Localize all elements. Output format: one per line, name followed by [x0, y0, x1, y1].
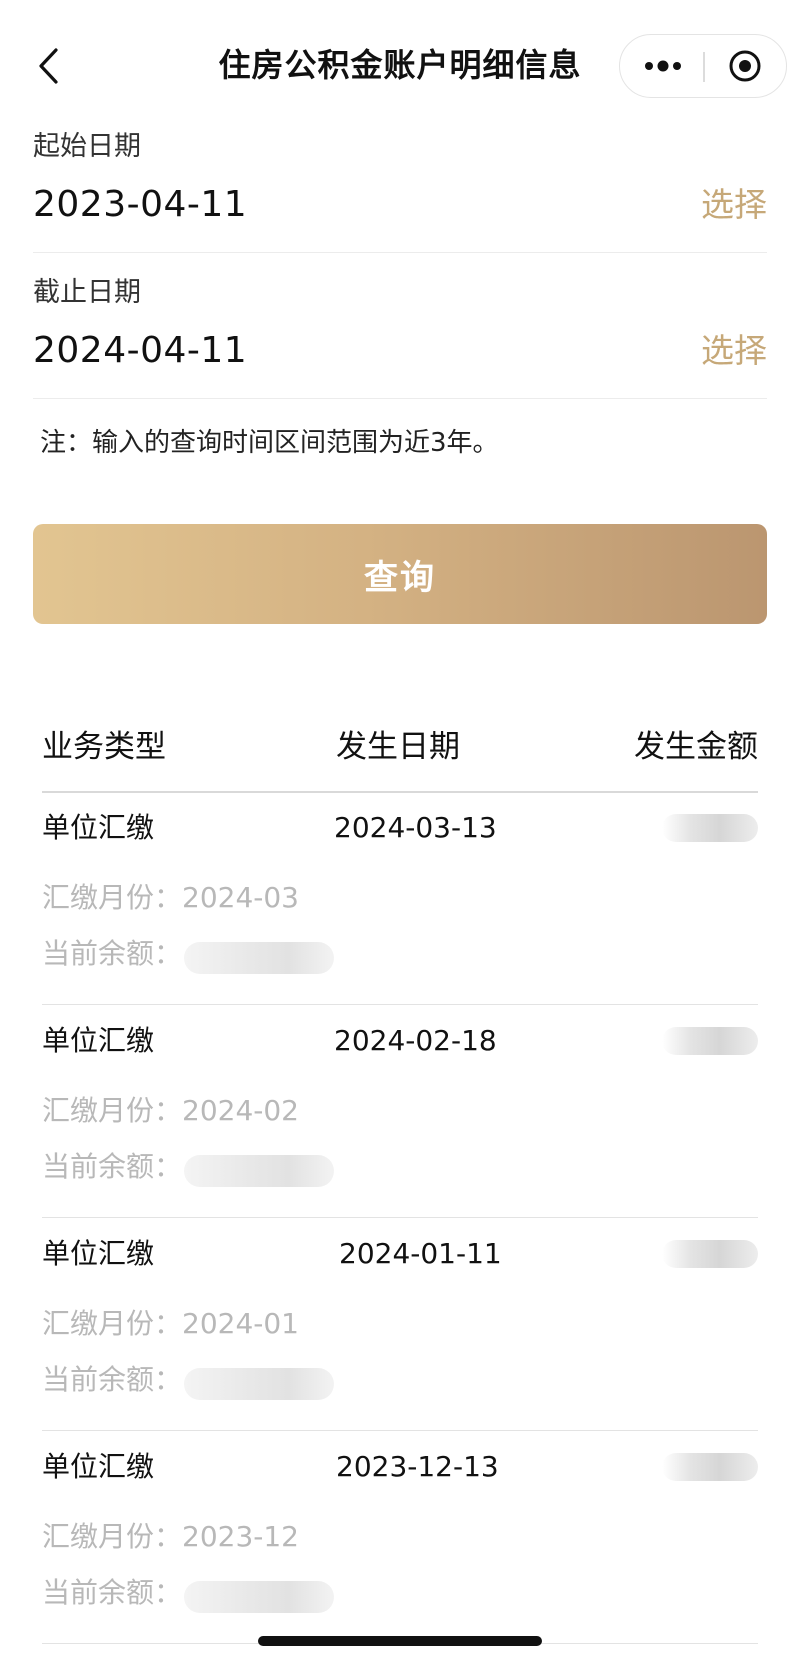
redaction-mask [662, 1453, 758, 1481]
page: 住房公积金账户明细信息 起始日期 2023-04-11 选择 截止日期 2024… [0, 0, 800, 1660]
record-balance-label: 当前余额： [42, 1576, 183, 1609]
table-row[interactable]: 单位汇缴 2024-01-11 汇缴月份：2024-01 当前余额： [42, 1218, 758, 1431]
divider [33, 252, 767, 253]
redaction-mask [184, 1368, 334, 1400]
record-type: 单位汇缴 [42, 1237, 155, 1270]
query-button-label: 查询 [364, 557, 436, 598]
end-date-row: 截止日期 2024-04-11 选择 [33, 274, 767, 384]
nav-bar: 住房公积金账户明细信息 [0, 26, 800, 106]
target-circle-icon [729, 50, 761, 82]
table-row[interactable]: 单位汇缴 2023-12-13 汇缴月份：2023-12 当前余额： [42, 1431, 758, 1644]
divider [33, 398, 767, 399]
record-balance-label: 当前余额： [42, 937, 183, 970]
record-amount-redacted [662, 1236, 758, 1272]
more-button[interactable] [626, 41, 700, 91]
end-date-value[interactable]: 2024-04-11 [33, 326, 247, 376]
record-date: 2024-01-11 [339, 1237, 502, 1270]
start-date-value[interactable]: 2023-04-11 [33, 180, 247, 230]
range-note: 注：输入的查询时间区间范围为近3年。 [40, 428, 499, 458]
redaction-mask [662, 1027, 758, 1055]
redaction-mask [184, 942, 334, 974]
redaction-mask [662, 814, 758, 842]
more-dots-icon [645, 60, 681, 72]
redaction-mask [184, 1581, 334, 1613]
end-date-label: 截止日期 [33, 277, 141, 308]
record-type: 单位汇缴 [42, 1450, 155, 1483]
record-date: 2024-02-18 [334, 1024, 497, 1057]
record-type: 单位汇缴 [42, 811, 155, 844]
redaction-mask [184, 1155, 334, 1187]
record-date: 2024-03-13 [334, 811, 497, 844]
chevron-left-icon [39, 48, 58, 84]
record-amount-redacted [662, 1449, 758, 1485]
page-title: 住房公积金账户明细信息 [218, 46, 582, 84]
home-indicator[interactable] [258, 1636, 542, 1646]
record-month: 汇缴月份：2024-01 [42, 1307, 299, 1340]
record-month: 汇缴月份：2023-12 [42, 1520, 299, 1553]
record-balance-label: 当前余额： [42, 1363, 183, 1396]
close-button[interactable] [710, 41, 780, 91]
column-header-amount: 发生金额 [634, 729, 758, 765]
column-header-date: 发生日期 [336, 729, 460, 765]
record-month: 汇缴月份：2024-02 [42, 1094, 299, 1127]
record-amount-redacted [662, 810, 758, 846]
start-date-select-button[interactable]: 选择 [701, 180, 767, 230]
start-date-row: 起始日期 2023-04-11 选择 [33, 128, 767, 238]
redaction-mask [662, 1240, 758, 1268]
record-balance-label: 当前余额： [42, 1150, 183, 1183]
record-amount-redacted [662, 1023, 758, 1059]
table-row[interactable]: 单位汇缴 2024-03-13 汇缴月份：2024-03 当前余额： [42, 792, 758, 1005]
record-month: 汇缴月份：2024-03 [42, 881, 299, 914]
back-button[interactable] [24, 40, 72, 92]
table-header: 业务类型 发生日期 发生金额 [42, 722, 758, 772]
record-date: 2023-12-13 [336, 1450, 499, 1483]
capsule-divider [703, 52, 705, 82]
query-button[interactable]: 查询 [33, 524, 767, 624]
record-type: 单位汇缴 [42, 1024, 155, 1057]
table-row[interactable]: 单位汇缴 2024-02-18 汇缴月份：2024-02 当前余额： [42, 1005, 758, 1218]
column-header-type: 业务类型 [42, 729, 166, 765]
end-date-select-button[interactable]: 选择 [701, 326, 767, 376]
start-date-label: 起始日期 [33, 131, 141, 162]
mini-program-capsule [619, 34, 787, 98]
